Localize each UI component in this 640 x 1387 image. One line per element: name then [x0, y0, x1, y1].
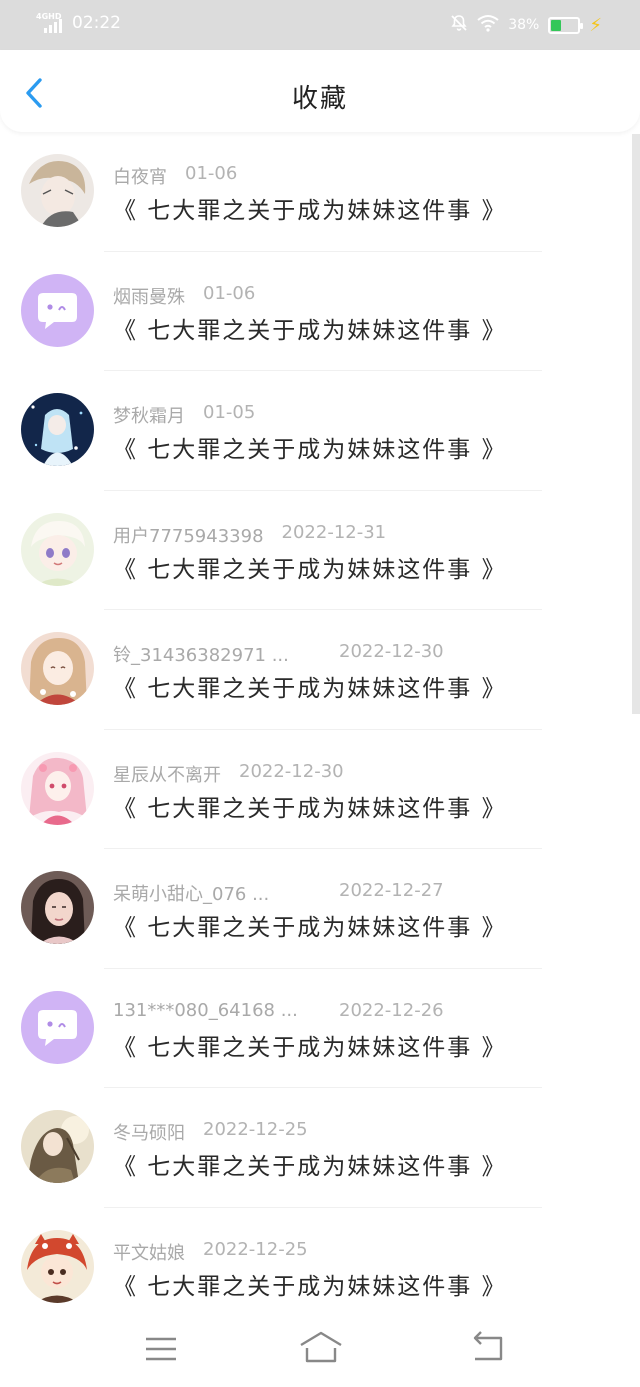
item-meta: 平文姑娘 2022-12-25 [113, 1239, 308, 1265]
username: 白夜宵 [113, 167, 167, 188]
page-title: 收藏 [291, 84, 348, 114]
menu-button[interactable] [136, 1330, 186, 1370]
avatar[interactable] [21, 871, 94, 944]
item-date: 2022-12-30 [339, 641, 444, 662]
list-item[interactable]: 铃_31436382971 ... 2022-12-30 《 七大罪之关于成为妹妹这… [0, 610, 640, 730]
username: 星辰从不离开 [113, 764, 221, 786]
avatar[interactable] [21, 512, 94, 586]
list-item[interactable]: 冬马硕阳 2022-12-25 《 七大罪之关于成为妹妹这件事 》 [0, 1088, 640, 1208]
item-title[interactable]: 《 七大罪之关于成为妹妹这件事 》 [113, 550, 507, 584]
avatar[interactable] [21, 990, 94, 1064]
username: 冬马硕阳 [113, 1123, 185, 1144]
item-title[interactable]: 《 七大罪之关于成为妹妹这件事 》 [113, 1147, 507, 1181]
list-item[interactable]: 星辰从不离开 2022-12-30 《 七大罪之关于成为妹妹这件事 》 [0, 730, 640, 849]
list-item[interactable]: 用户7775943398 2022-12-31 《 七大罪之关于成为妹妹这件事 》 [0, 491, 640, 610]
item-date: 01-06 [203, 282, 256, 304]
wifi-icon [477, 14, 499, 36]
item-date: 2022-12-26 [339, 999, 444, 1021]
item-title[interactable]: 《 七大罪之关于成为妹妹这件事 》 [113, 191, 507, 225]
item-title[interactable]: 《 七大罪之关于成为妹妹这件事 》 [113, 1267, 507, 1301]
back-nav-button[interactable] [463, 1330, 513, 1370]
item-title[interactable]: 《 七大罪之关于成为妹妹这件事 》 [113, 311, 507, 345]
item-title[interactable]: 《 七大罪之关于成为妹妹这件事 》 [113, 789, 507, 823]
avatar[interactable] [21, 154, 94, 227]
item-title[interactable]: 《 七大罪之关于成为妹妹这件事 》 [113, 430, 507, 464]
list-item[interactable]: 呆萌小甜心_076 ... 2022-12-27 《 七大罪之关于成为妹妹这件事 》 [0, 849, 640, 969]
battery-icon [548, 16, 584, 34]
status-time: 02:22 [72, 13, 121, 33]
item-meta: 131***080_64168 ... 2022-12-26 [113, 1000, 444, 1021]
list-item[interactable]: 梦秋霜月 01-05 《 七大罪之关于成为妹妹这件事 》 [0, 371, 640, 491]
item-date: 01-05 [203, 402, 256, 423]
username: 烟雨曼殊 [113, 286, 185, 308]
username: 呆萌小甜心_076 ... [113, 884, 270, 905]
item-date: 2022-12-31 [281, 521, 387, 543]
avatar[interactable] [21, 273, 94, 347]
favorites-list: 白夜宵 01-06 《 七大罪之关于成为妹妹这件事 》烟雨曼殊 01-06 《 七大罪之… [0, 132, 640, 1312]
system-nav-bar [0, 1312, 640, 1387]
item-meta: 星辰从不离开 2022-12-30 [113, 761, 344, 787]
avatar[interactable] [21, 1229, 94, 1303]
avatar[interactable] [21, 632, 94, 705]
username: 铃_31436382971 ... [113, 645, 289, 666]
item-date: 2022-12-27 [339, 880, 444, 901]
list-item[interactable]: 白夜宵 01-06 《 七大罪之关于成为妹妹这件事 》 [0, 132, 640, 252]
username: 用户7775943398 [113, 525, 264, 547]
menu-icon [146, 1337, 176, 1361]
item-meta: 铃_31436382971 ... 2022-12-30 [113, 641, 444, 667]
header: 收藏 [0, 50, 640, 132]
item-meta: 白夜宵 01-06 [113, 163, 237, 189]
charging-icon: ⚡ [589, 14, 602, 36]
list-item[interactable]: 烟雨曼殊 01-06 《 七大罪之关于成为妹妹这件事 》 [0, 252, 640, 371]
username: 梦秋霜月 [113, 406, 185, 427]
item-meta: 呆萌小甜心_076 ... 2022-12-27 [113, 880, 444, 906]
home-button[interactable] [296, 1330, 346, 1370]
username: 131***080_64168 ... [113, 999, 298, 1021]
status-bar: 4GHD 02:22 38% ⚡ [0, 0, 640, 50]
item-date: 01-06 [185, 163, 238, 184]
avatar[interactable] [21, 751, 94, 825]
item-title[interactable]: 《 七大罪之关于成为妹妹这件事 》 [113, 669, 507, 703]
list-item[interactable]: 131***080_64168 ... 2022-12-26 《 七大罪之关于成为妹… [0, 969, 640, 1088]
battery-percent: 38% [508, 17, 540, 33]
item-meta: 梦秋霜月 01-05 [113, 402, 255, 428]
status-left: 4GHD 02:22 [36, 12, 121, 34]
item-date: 2022-12-30 [239, 760, 344, 782]
status-right: 38% ⚡ [450, 14, 602, 36]
item-title[interactable]: 《 七大罪之关于成为妹妹这件事 》 [113, 908, 507, 942]
back-icon [473, 1331, 503, 1361]
scrollbar[interactable] [632, 134, 640, 714]
item-meta: 冬马硕阳 2022-12-25 [113, 1119, 308, 1145]
mute-icon [450, 14, 468, 36]
avatar[interactable] [21, 393, 94, 466]
item-date: 2022-12-25 [203, 1238, 308, 1260]
avatar[interactable] [21, 1110, 94, 1183]
item-title[interactable]: 《 七大罪之关于成为妹妹这件事 》 [113, 1028, 507, 1062]
item-meta: 烟雨曼殊 01-06 [113, 283, 255, 309]
list-item[interactable]: 平文姑娘 2022-12-25 《 七大罪之关于成为妹妹这件事 》 [0, 1208, 640, 1313]
item-date: 2022-12-25 [203, 1119, 308, 1140]
username: 平文姑娘 [113, 1242, 185, 1264]
signal-icon: 4GHD [36, 12, 66, 34]
home-icon [300, 1331, 342, 1363]
item-meta: 用户7775943398 2022-12-31 [113, 522, 386, 548]
